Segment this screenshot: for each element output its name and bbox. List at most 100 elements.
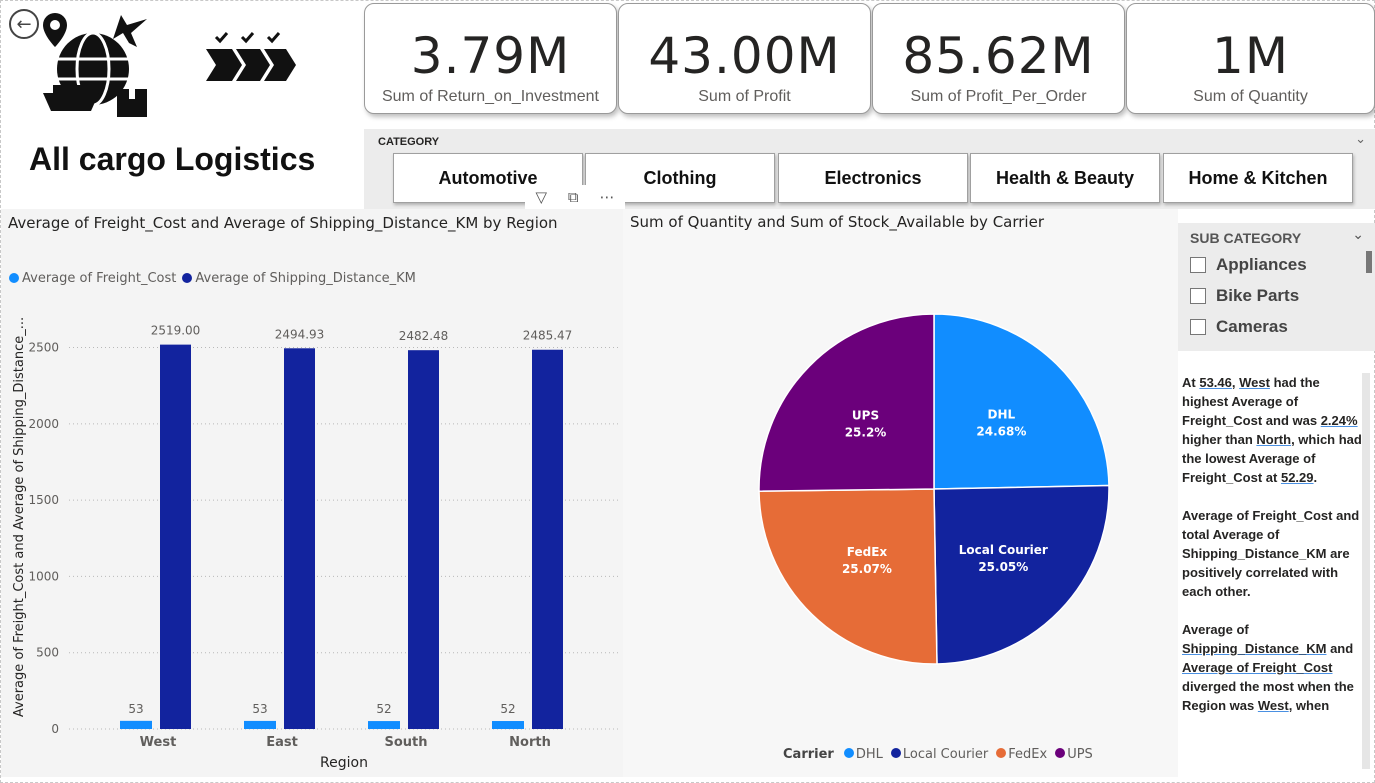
bar-chart[interactable]: 0 500 1000 1500 2000 2500 53 2519.00 West 53 2494.… [1, 209, 623, 777]
category-item-home-kitchen[interactable]: Home & Kitchen [1163, 153, 1353, 203]
category-item-health-beauty[interactable]: Health & Beauty [970, 153, 1160, 203]
kpi-card-roi[interactable]: 3.79M Sum of Return_on_Investment [364, 3, 617, 114]
chevron-down-icon[interactable]: ⌄ [1352, 227, 1364, 243]
legend-label: Local Courier [902, 747, 989, 762]
x-tick-label: West [140, 735, 177, 750]
data-label: 2482.48 [399, 329, 449, 343]
kpi-label: Sum of Profit [698, 88, 791, 105]
category-item-electronics[interactable]: Electronics [778, 153, 968, 203]
pie-slice-ups [758, 313, 935, 492]
category-slicer-title: CATEGORY [378, 136, 440, 148]
kpi-label: Sum of Profit_Per_Order [910, 88, 1087, 105]
pie-chart-panel: Sum of Quantity and Sum of Stock_Availab… [623, 209, 1178, 777]
pie-slice-label: UPS [852, 408, 879, 422]
kpi-label: Sum of Quantity [1193, 88, 1308, 105]
pie-legend-title: Carrier [783, 747, 834, 762]
pie-chart[interactable]: DHL 24.68% Local Courier 25.05% FedEx 25.07% U… [623, 209, 1178, 777]
pie-slice-label: FedEx [847, 545, 888, 559]
scrollbar[interactable] [1362, 373, 1370, 769]
data-label: 52 [500, 702, 515, 716]
pie-legend-item[interactable]: Local Courier [890, 747, 989, 762]
pie-slice-local-courier [933, 484, 1110, 665]
visual-toolbar: ▽ ⧉ ⋯ [525, 185, 625, 209]
focus-mode-icon[interactable]: ⧉ [568, 188, 579, 206]
narrative-paragraph-1: At 53.46, West had the highest Average o… [1182, 375, 1362, 485]
x-axis-title: Region [320, 755, 368, 771]
narrative-text: At 53.46, West had the highest Average o… [1182, 373, 1362, 734]
y-tick-label: 500 [36, 646, 59, 660]
globe-logistics-icon [43, 13, 147, 117]
category-slicer: CATEGORY ⌄ Automotive Clothing Electroni… [364, 129, 1375, 209]
checkbox[interactable] [1190, 257, 1206, 273]
legend-dot-icon [843, 748, 854, 758]
x-tick-label: East [266, 735, 298, 750]
kpi-value: 3.79M [410, 27, 571, 85]
bar-freight-cost [368, 721, 400, 729]
y-tick-label: 0 [51, 722, 59, 736]
sub-category-title: SUB CATEGORY [1190, 230, 1302, 246]
chevron-down-icon[interactable]: ⌄ [1355, 132, 1366, 147]
kpi-value: 1M [1212, 27, 1289, 85]
scrollbar[interactable] [1366, 251, 1372, 273]
legend-label: UPS [1067, 747, 1093, 762]
bar-freight-cost [492, 721, 524, 729]
x-tick-label: South [384, 735, 427, 750]
data-label: 2519.00 [151, 324, 201, 338]
bar-shipping-distance [284, 348, 315, 729]
bar-shipping-distance [532, 349, 563, 729]
y-tick-label: 1500 [28, 493, 59, 507]
kpi-card-quantity[interactable]: 1M Sum of Quantity [1126, 3, 1375, 114]
narrative-paragraph-3: Average of Shipping_Distance_KM and Aver… [1182, 622, 1354, 713]
pie-slice-label: DHL [988, 407, 1016, 421]
pie-slice-value: 25.07% [842, 562, 892, 576]
kpi-card-profit[interactable]: 43.00M Sum of Profit [618, 3, 871, 114]
smart-narrative: At 53.46, West had the highest Average o… [1178, 365, 1374, 773]
report-page: ← All cargo Logistics 3.79M Sum of Retur… [0, 0, 1375, 783]
bar-freight-cost [120, 720, 152, 729]
data-label: 2494.93 [275, 327, 325, 341]
sub-category-item-cameras[interactable]: Cameras [1190, 315, 1370, 339]
bar-freight-cost [244, 720, 276, 729]
back-arrow-icon[interactable]: ← [9, 9, 39, 39]
bar-shipping-distance [160, 344, 191, 729]
checklist-chevrons-icon [206, 32, 296, 81]
checkbox[interactable] [1190, 288, 1206, 304]
data-label: 52 [376, 702, 391, 716]
pie-slice-value: 25.05% [978, 560, 1028, 574]
narrative-paragraph-2: Average of Freight_Cost and total Averag… [1182, 508, 1360, 599]
pie-chart-legend: Carrier DHL Local Courier FedEx UPS [783, 747, 1097, 762]
kpi-value: 43.00M [648, 27, 841, 85]
y-tick-label: 2000 [28, 417, 59, 431]
kpi-card-profit-per-order[interactable]: 85.62M Sum of Profit_Per_Order [872, 3, 1125, 114]
sub-category-item-bike-parts[interactable]: Bike Parts [1190, 284, 1370, 308]
pie-legend-item[interactable]: FedEx [996, 747, 1047, 762]
legend-label: FedEx [1008, 747, 1048, 762]
sub-category-item-appliances[interactable]: Appliances [1190, 253, 1370, 277]
pie-legend-item[interactable]: UPS [1055, 747, 1093, 762]
checkbox[interactable] [1190, 319, 1206, 335]
pie-slice-value: 24.68% [976, 424, 1026, 438]
legend-label: DHL [855, 747, 883, 762]
y-tick-label: 2500 [28, 341, 59, 355]
x-tick-label: North [509, 735, 551, 750]
pie-slice-dhl [933, 313, 1110, 490]
kpi-label: Sum of Return_on_Investment [381, 88, 599, 105]
pie-legend-item[interactable]: DHL [843, 747, 883, 762]
sub-category-label: Bike Parts [1216, 286, 1300, 305]
pie-slice-label: Local Courier [959, 543, 1048, 557]
legend-dot-icon [996, 748, 1007, 758]
bar-chart-panel: Average of Freight_Cost and Average of S… [1, 209, 623, 777]
kpi-value: 85.62M [902, 27, 1095, 85]
legend-dot-icon [1055, 748, 1066, 758]
filter-icon[interactable]: ▽ [535, 188, 547, 206]
legend-dot-icon [890, 748, 901, 758]
data-label: 2485.47 [523, 329, 573, 343]
more-options-icon[interactable]: ⋯ [600, 188, 615, 206]
sub-category-label: Appliances [1216, 255, 1307, 274]
y-tick-label: 1000 [28, 569, 59, 583]
sub-category-label: Cameras [1216, 317, 1288, 336]
bar-shipping-distance [408, 350, 439, 729]
sub-category-slicer: SUB CATEGORY ⌄ Appliances Bike Parts Cam… [1178, 223, 1375, 351]
pie-slice-value: 25.2% [845, 425, 887, 439]
pie-slice-fedex [758, 488, 938, 665]
